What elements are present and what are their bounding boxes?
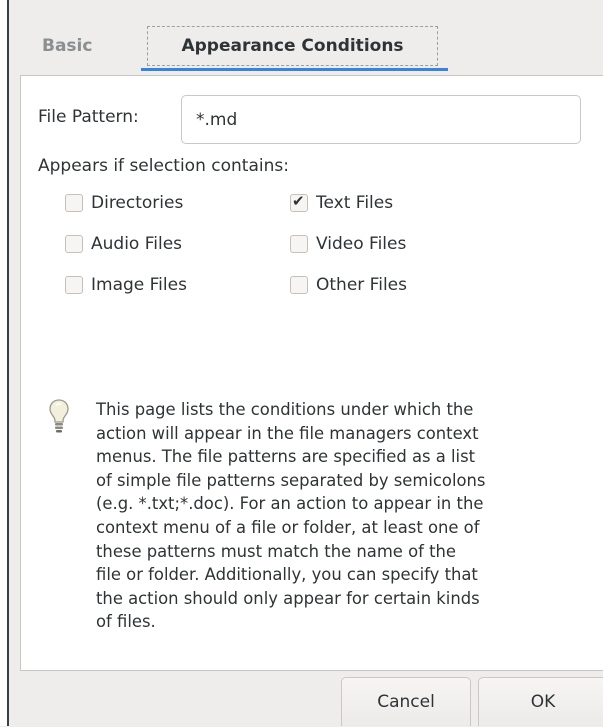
checkbox-label: Image Files <box>91 275 187 295</box>
ok-button[interactable]: OK <box>478 677 603 726</box>
checkbox-other-files[interactable]: Other Files <box>290 273 407 297</box>
checkbox-label: Text Files <box>316 193 394 213</box>
tab-focus-ring <box>147 26 438 66</box>
active-tab-indicator <box>141 68 448 71</box>
checkbox-audio-files[interactable]: Audio Files <box>65 232 182 256</box>
help-description: This page lists the conditions under whi… <box>96 400 486 632</box>
checkbox-box[interactable] <box>290 276 308 294</box>
checkbox-directories[interactable]: Directories <box>65 191 183 215</box>
checkbox-label: Audio Files <box>91 234 183 254</box>
checkmark-icon: ✔ <box>292 192 305 210</box>
tab-basic[interactable]: Basic <box>42 26 142 66</box>
file-pattern-label: File Pattern: <box>38 107 139 127</box>
tab-bar: Basic Appearance Conditions <box>20 12 603 75</box>
checkbox-box[interactable] <box>290 235 308 253</box>
checkbox-video-files[interactable]: Video Files <box>290 232 406 256</box>
appears-if-label: Appears if selection contains: <box>38 156 289 176</box>
window-left-border <box>7 0 9 726</box>
checkbox-image-files[interactable]: Image Files <box>65 273 187 297</box>
checkbox-box[interactable]: ✔ <box>290 192 308 212</box>
cancel-button[interactable]: Cancel <box>341 677 471 726</box>
checkbox-label: Directories <box>91 193 184 213</box>
checkbox-label: Video Files <box>316 234 407 254</box>
file-pattern-input[interactable] <box>181 95 581 144</box>
checkbox-label: Other Files <box>316 275 407 295</box>
checkbox-box[interactable] <box>65 276 83 294</box>
checkbox-box[interactable] <box>65 194 83 212</box>
appearance-conditions-panel: File Pattern: Appears if selection conta… <box>20 75 603 671</box>
lightbulb-icon <box>49 399 69 433</box>
checkbox-text-files[interactable]: ✔ Text Files <box>290 191 393 215</box>
tab-appearance-conditions[interactable]: Appearance Conditions <box>147 26 438 66</box>
checkbox-box[interactable] <box>65 235 83 253</box>
